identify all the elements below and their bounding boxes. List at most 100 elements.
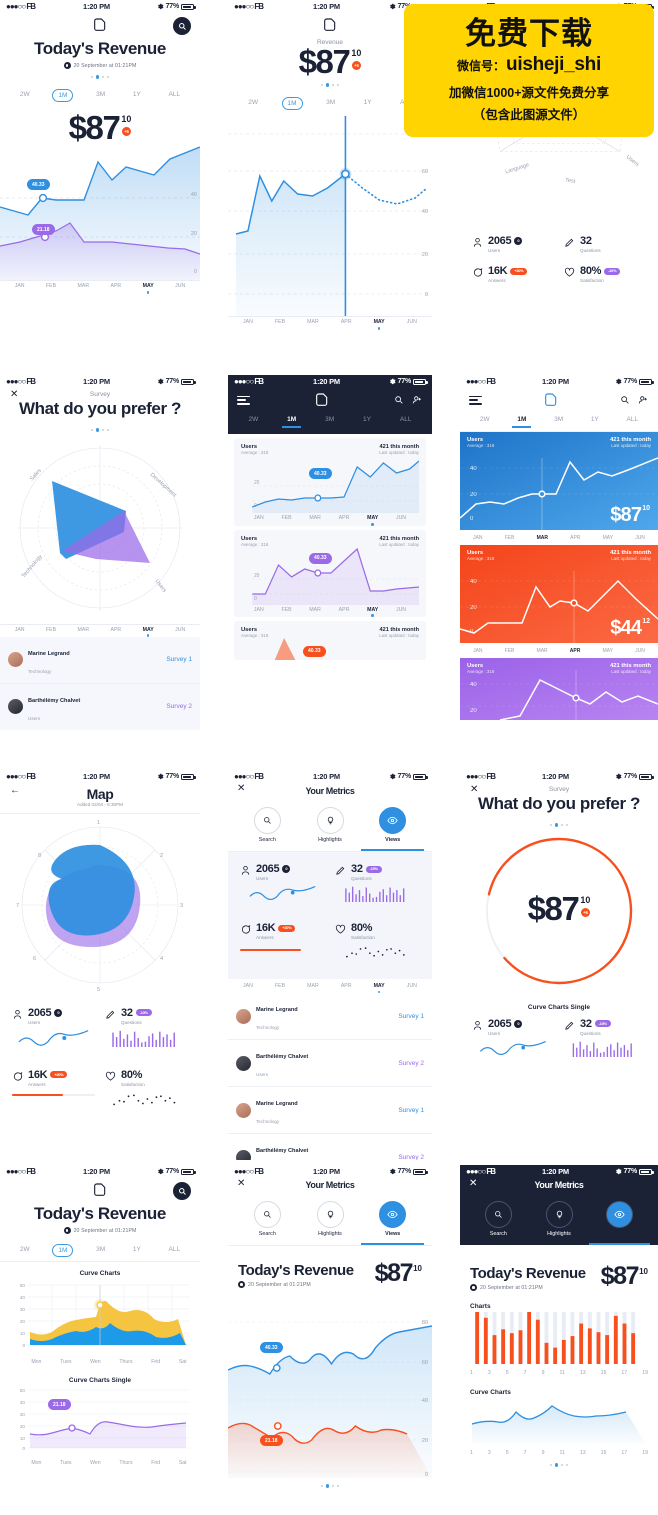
survey-link[interactable]: Survey 2 xyxy=(398,1060,424,1067)
forecast-area-chart[interactable]: 80 60 40 20 0 xyxy=(228,116,432,317)
carousel-pager[interactable] xyxy=(228,1484,432,1488)
range-1m[interactable]: 1M xyxy=(282,414,302,429)
metric-tabs[interactable]: Search Highlights Views xyxy=(228,1194,432,1246)
tab-views[interactable]: Views xyxy=(361,1201,424,1245)
range-1m[interactable]: 1M xyxy=(281,96,303,111)
range-tabs[interactable]: 2W 1M 3M 1Y ALL xyxy=(0,79,200,108)
card-updated: Last updated : today xyxy=(611,556,651,562)
range-tabs[interactable]: 2W 1M 3M 1Y ALL xyxy=(228,87,432,116)
range-3m[interactable]: 3M xyxy=(91,89,110,100)
tab-search[interactable]: Search xyxy=(236,807,299,851)
pencil-icon xyxy=(565,238,574,247)
axis-apr: APR xyxy=(110,283,122,290)
range-all[interactable]: ALL xyxy=(164,1244,186,1255)
range-1y[interactable]: 1Y xyxy=(128,1244,146,1255)
add-user-icon[interactable] xyxy=(412,395,423,405)
list-item[interactable]: Barthélémy Chalvet Users Survey 2 xyxy=(228,1134,432,1160)
tab-views[interactable]: Views xyxy=(361,807,424,851)
close-icon[interactable]: ✕ xyxy=(470,784,478,795)
range-3m[interactable]: 3M xyxy=(320,414,339,425)
menu-icon[interactable] xyxy=(469,395,482,405)
range-all[interactable]: ALL xyxy=(622,414,644,425)
survey-link[interactable]: Survey 1 xyxy=(398,1107,424,1114)
list-item[interactable]: Marine Legrand Technology Survey 1 xyxy=(0,637,200,684)
survey-kicker: Survey xyxy=(548,786,570,793)
range-1m[interactable]: 1M xyxy=(52,88,74,103)
survey-link[interactable]: Survey 2 xyxy=(398,1154,424,1160)
users-card-purple[interactable]: Users Average : 318 421 this month Last … xyxy=(234,529,426,617)
range-2w[interactable]: 2W xyxy=(243,97,263,108)
heart-icon xyxy=(564,267,575,277)
list-item[interactable]: Barthélémy Chalvet Users Survey 2 xyxy=(228,1040,432,1088)
back-arrow-icon[interactable]: ← xyxy=(10,785,20,796)
pencil-icon xyxy=(106,1010,115,1019)
close-icon[interactable]: ✕ xyxy=(237,783,245,794)
range-1y[interactable]: 1Y xyxy=(128,89,146,100)
tab-highlights[interactable]: Highlights xyxy=(529,1201,590,1245)
status-bar: ●●●○○ FB 1:20 PM ✽ 77% xyxy=(460,770,658,783)
range-1y[interactable]: 1Y xyxy=(586,414,604,425)
range-3m[interactable]: 3M xyxy=(549,414,568,425)
range-2w[interactable]: 2W xyxy=(15,89,35,100)
gradient-card-purple[interactable]: 40 20 Users Average : 318 421 this month… xyxy=(460,658,658,721)
range-3m[interactable]: 3M xyxy=(321,97,340,108)
donut-chart[interactable]: $87 10 +6 xyxy=(460,831,658,996)
range-tabs[interactable]: 2W 1M 3M 1Y ALL xyxy=(0,1234,200,1263)
range-2w[interactable]: 2W xyxy=(15,1244,35,1255)
users-card-orange[interactable]: Users Average : 318 421 this month Last … xyxy=(234,620,426,660)
range-all[interactable]: ALL xyxy=(164,89,186,100)
range-tabs[interactable]: 2W 1M 3M 1Y ALL xyxy=(460,414,658,433)
gradient-card-blue[interactable]: 40 20 0 Users Average : 318 421 this mon… xyxy=(460,432,658,531)
range-tabs[interactable]: 2W 1M 3M 1Y ALL xyxy=(228,414,432,434)
range-2w[interactable]: 2W xyxy=(243,414,263,425)
tab-highlights[interactable]: Highlights xyxy=(299,807,362,851)
curve-charts-single[interactable]: 50 40 30 20 10 0 21.18 xyxy=(0,1386,200,1458)
menu-icon[interactable] xyxy=(237,395,250,405)
list-item[interactable]: Marine Legrand Technology Survey 1 xyxy=(228,993,432,1041)
search-button[interactable] xyxy=(173,1182,191,1200)
range-2w[interactable]: 2W xyxy=(475,414,495,425)
axis-may: MAY xyxy=(143,283,154,293)
dual-area-chart[interactable]: 80 60 40 20 0 40.33 21.18 xyxy=(228,1300,432,1478)
add-user-icon[interactable] xyxy=(638,395,649,405)
range-1m[interactable]: 1M xyxy=(512,414,532,429)
range-3m[interactable]: 3M xyxy=(91,1244,110,1255)
curve-chart[interactable]: 1 3 5 7 9 11 13 15 17 19 xyxy=(460,1398,658,1457)
avatar xyxy=(236,1102,251,1118)
tab-search[interactable]: Search xyxy=(468,1201,529,1245)
search-icon[interactable] xyxy=(620,395,630,405)
carrier-label: ●●●○○ FB xyxy=(234,377,264,386)
close-icon[interactable]: ✕ xyxy=(10,389,18,400)
tab-highlights[interactable]: Highlights xyxy=(299,1201,362,1245)
carousel-pager[interactable] xyxy=(460,1463,658,1468)
avatar xyxy=(236,1055,251,1071)
list-item[interactable]: Marine Legrand Technology Survey 1 xyxy=(228,1087,432,1135)
tab-label: Highlights xyxy=(318,1231,342,1237)
metric-tabs[interactable]: Search Highlights Views xyxy=(228,800,432,852)
bar-chart[interactable]: 1 3 5 7 9 11 13 15 17 19 xyxy=(460,1312,658,1377)
users-line-chart: 40.33 xyxy=(241,637,419,660)
metric-tabs[interactable]: Search Highlights Views xyxy=(460,1194,658,1245)
survey-link[interactable]: Survey 1 xyxy=(166,656,192,663)
carousel-pager[interactable] xyxy=(460,823,658,827)
tab-views[interactable]: Views xyxy=(589,1201,650,1245)
curve-charts-dual[interactable]: 50 40 30 20 10 0 xyxy=(0,1279,200,1357)
survey-radar-chart[interactable]: Development Users Technology Sales xyxy=(0,432,200,624)
range-1y[interactable]: 1Y xyxy=(358,414,376,425)
polar-blob-chart[interactable]: 1 2 3 4 5 6 7 8 xyxy=(0,814,200,996)
revenue-area-chart[interactable]: 40 20 0 40.33 21.18 xyxy=(0,145,200,281)
range-1y[interactable]: 1Y xyxy=(359,97,377,108)
tab-search[interactable]: Search xyxy=(236,1201,299,1245)
range-1m[interactable]: 1M xyxy=(52,1244,74,1258)
range-all[interactable]: ALL xyxy=(395,414,417,425)
close-icon[interactable]: ✕ xyxy=(469,1178,477,1189)
watermark-wechat-label: 微信号： xyxy=(457,59,506,73)
search-icon[interactable] xyxy=(394,395,404,405)
survey-link[interactable]: Survey 2 xyxy=(166,703,192,710)
close-icon[interactable]: ✕ xyxy=(237,1178,245,1189)
search-button[interactable] xyxy=(173,17,191,35)
survey-link[interactable]: Survey 1 xyxy=(398,1013,424,1020)
users-card-blue[interactable]: Users Average : 318 421 this month Last … xyxy=(234,438,426,526)
list-item[interactable]: Barthélémy Chalvet Users Survey 2 xyxy=(0,684,200,730)
gradient-card-orange[interactable]: 40 20 0 Users Average : 318 421 this mon… xyxy=(460,545,658,644)
